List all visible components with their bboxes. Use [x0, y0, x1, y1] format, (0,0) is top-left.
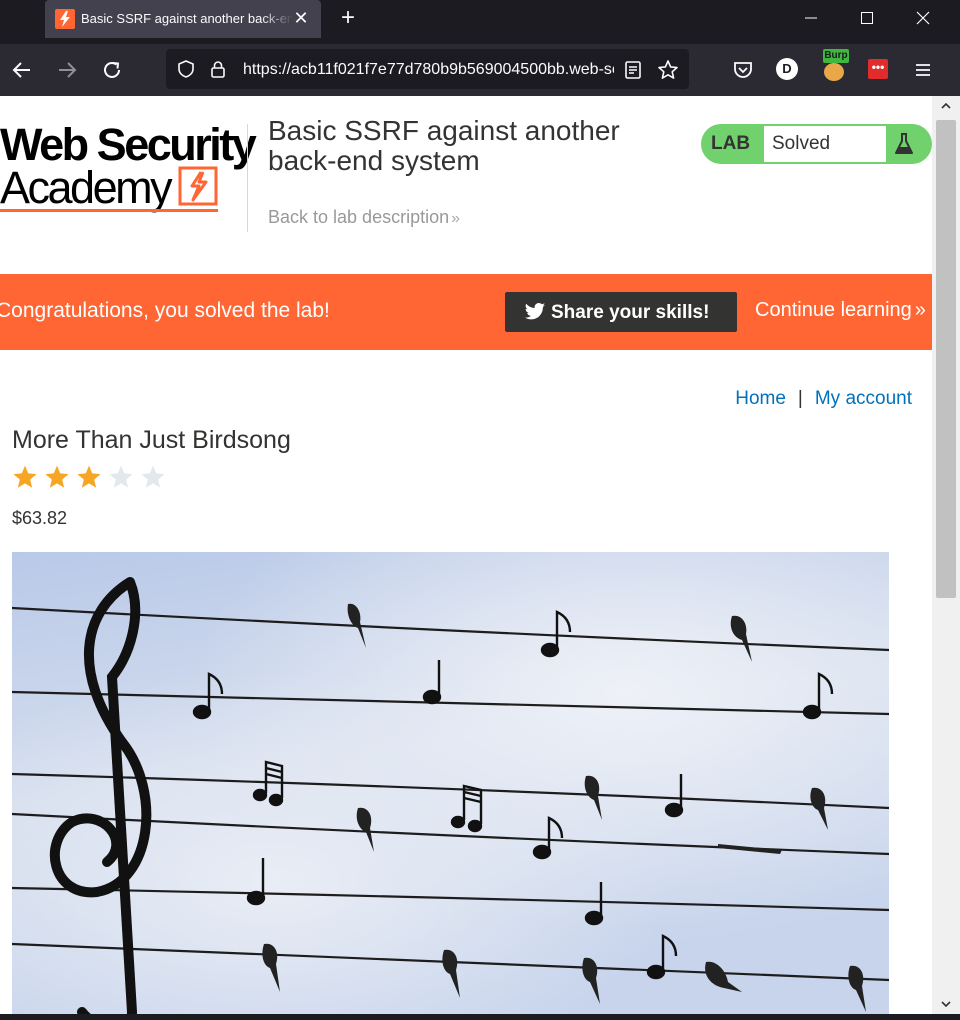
- double-chevron-icon: »: [914, 299, 926, 321]
- forward-arrow-icon[interactable]: [53, 56, 81, 84]
- my-account-link[interactable]: My account: [815, 388, 912, 409]
- share-skills-label: Share your skills!: [551, 302, 710, 323]
- continue-learning-link[interactable]: Continue learning»: [755, 299, 926, 322]
- minimize-window-icon[interactable]: [796, 6, 826, 30]
- url-text[interactable]: https://acb11f021f7e77d780b9b569004500bb…: [243, 61, 614, 81]
- maximize-window-icon[interactable]: [852, 6, 882, 30]
- account-initial: D: [776, 58, 798, 80]
- address-bar[interactable]: https://acb11f021f7e77d780b9b569004500bb…: [166, 49, 689, 89]
- lab-status-widget: LAB Solved: [701, 124, 932, 164]
- close-window-icon[interactable]: [908, 6, 938, 30]
- window-bottom-edge: [0, 1014, 960, 1020]
- site-navigation: Home | My account: [735, 388, 912, 410]
- web-security-academy-logo[interactable]: Web Security Academy: [0, 120, 257, 215]
- hamburger-menu-icon[interactable]: [911, 58, 935, 82]
- new-tab-button[interactable]: +: [336, 6, 360, 30]
- tracking-shield-icon[interactable]: [176, 59, 196, 79]
- header-divider: [247, 124, 248, 232]
- scrollbar-thumb[interactable]: [936, 120, 956, 598]
- share-skills-button[interactable]: Share your skills!: [505, 292, 737, 332]
- back-arrow-icon[interactable]: [8, 56, 36, 84]
- nav-separator: |: [797, 388, 803, 409]
- reload-icon[interactable]: [98, 56, 126, 84]
- extension-dots: •••: [868, 59, 888, 79]
- back-link-label: Back to lab description: [268, 207, 450, 227]
- bookmark-star-icon[interactable]: [656, 58, 680, 82]
- scroll-up-icon[interactable]: [940, 100, 952, 112]
- logo-line2: Academy: [0, 162, 173, 213]
- scroll-down-icon[interactable]: [940, 998, 952, 1010]
- congratulations-message: Congratulations, you solved the lab!: [0, 299, 330, 322]
- pocket-icon[interactable]: [731, 58, 755, 82]
- star-filled-icon: [77, 465, 101, 488]
- twitter-icon: [524, 303, 546, 320]
- burp-mascot-icon: [824, 63, 844, 81]
- browser-tab-bar: Basic SSRF against another back-end syst…: [0, 0, 960, 44]
- star-filled-icon: [13, 465, 37, 488]
- reader-view-icon[interactable]: [622, 59, 644, 81]
- product-rating: [12, 464, 172, 492]
- burp-badge: Burp: [823, 49, 849, 63]
- star-empty-icon: [141, 465, 165, 488]
- page-viewport: Web Security Academy Basic SSRF against …: [0, 96, 932, 1014]
- lab-badge: LAB: [711, 133, 751, 154]
- tab-close-icon[interactable]: ✕: [291, 8, 311, 28]
- browser-tab-active[interactable]: Basic SSRF against another back-end syst…: [45, 0, 321, 38]
- account-avatar-icon[interactable]: D: [776, 58, 800, 82]
- logo-lightning-icon: [178, 166, 218, 206]
- star-empty-icon: [109, 465, 133, 488]
- lab-title: Basic SSRF against another back-end syst…: [268, 115, 620, 176]
- continue-learning-label: Continue learning: [755, 299, 912, 321]
- product-price: $63.82: [12, 508, 68, 528]
- home-link[interactable]: Home: [735, 388, 786, 409]
- product-title: More Than Just Birdsong: [12, 426, 291, 454]
- tab-title: Basic SSRF against another back-end syst…: [81, 11, 293, 26]
- padlock-icon[interactable]: [208, 59, 228, 79]
- flask-icon: [893, 132, 915, 156]
- lab-status-box: Solved: [764, 126, 886, 162]
- red-extension-icon[interactable]: •••: [866, 58, 890, 82]
- lightning-favicon-icon: [55, 9, 75, 29]
- browser-toolbar: https://acb11f021f7e77d780b9b569004500bb…: [0, 44, 960, 96]
- double-chevron-icon: »: [451, 210, 461, 227]
- back-to-lab-description-link[interactable]: Back to lab description»: [268, 207, 460, 228]
- solved-banner: Congratulations, you solved the lab! Sha…: [0, 274, 932, 350]
- logo-underline: [0, 209, 218, 212]
- lab-status-text: Solved: [772, 133, 831, 154]
- burp-extension-icon[interactable]: Burp: [821, 49, 849, 82]
- page-scrollbar[interactable]: [932, 96, 960, 1014]
- star-filled-icon: [45, 465, 69, 488]
- product-image: [12, 552, 889, 1014]
